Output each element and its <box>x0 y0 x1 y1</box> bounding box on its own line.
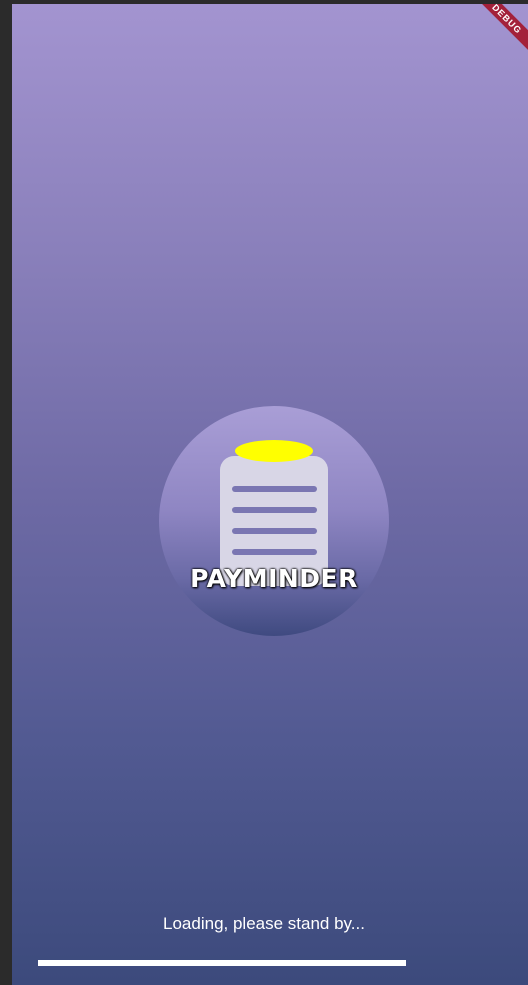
clipboard-clip-icon <box>235 440 313 462</box>
device-frame: DEBUG PAYMINDER Loading, please stand by… <box>0 0 528 985</box>
clipboard-line <box>232 528 317 534</box>
loading-progress-bar <box>38 960 406 966</box>
splash-screen: DEBUG PAYMINDER Loading, please stand by… <box>12 4 528 985</box>
clipboard-line <box>232 486 317 492</box>
app-logo: PAYMINDER <box>159 406 389 636</box>
loading-message: Loading, please stand by... <box>163 914 365 933</box>
brand-name: PAYMINDER <box>190 564 358 593</box>
clipboard-line <box>232 507 317 513</box>
debug-banner: DEBUG <box>463 4 528 63</box>
loading-progress-fill <box>38 960 406 966</box>
clipboard-line <box>232 549 317 555</box>
